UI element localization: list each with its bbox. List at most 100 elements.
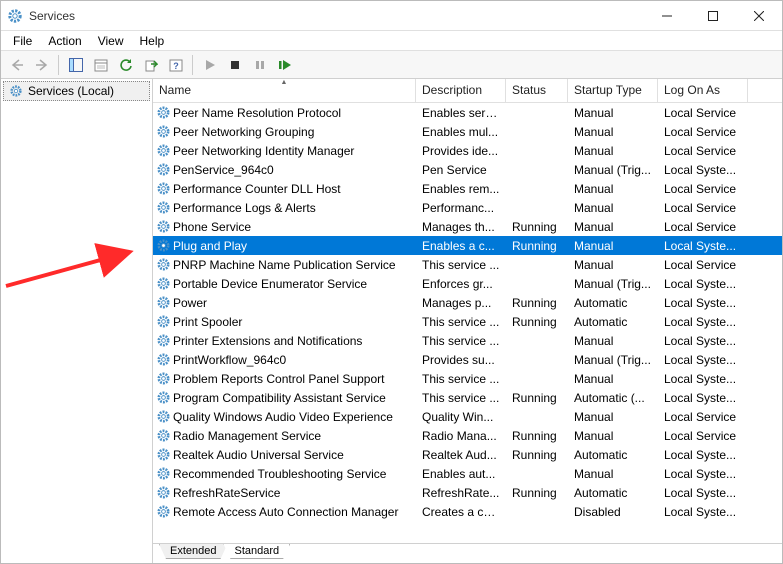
help-button[interactable]: ? <box>164 54 187 76</box>
service-gear-icon <box>155 352 171 368</box>
export-button[interactable] <box>139 54 162 76</box>
service-startup-type: Automatic <box>568 315 658 329</box>
tree-item-label: Services (Local) <box>28 84 114 98</box>
service-gear-icon <box>155 181 171 197</box>
service-startup-type: Manual <box>568 144 658 158</box>
column-name[interactable]: Name ▲ <box>153 79 416 102</box>
service-startup-type: Automatic <box>568 486 658 500</box>
service-status: Running <box>506 486 568 500</box>
service-log-on-as: Local Service <box>658 182 748 196</box>
service-log-on-as: Local Service <box>658 258 748 272</box>
service-row[interactable]: PowerManages p...RunningAutomaticLocal S… <box>153 293 782 312</box>
service-row[interactable]: Peer Name Resolution ProtocolEnables ser… <box>153 103 782 122</box>
service-log-on-as: Local Syste... <box>658 315 748 329</box>
tab-standard[interactable]: Standard <box>223 544 290 559</box>
service-name: Peer Networking Identity Manager <box>173 144 354 158</box>
service-row[interactable]: Remote Access Auto Connection ManagerCre… <box>153 502 782 521</box>
stop-service-button[interactable] <box>223 54 246 76</box>
tab-extended[interactable]: Extended <box>159 544 227 559</box>
service-status: Running <box>506 220 568 234</box>
service-gear-icon <box>155 276 171 292</box>
service-startup-type: Manual (Trig... <box>568 353 658 367</box>
service-row[interactable]: Radio Management ServiceRadio Mana...Run… <box>153 426 782 445</box>
service-description: Enables rem... <box>416 182 506 196</box>
service-status: Running <box>506 315 568 329</box>
service-row[interactable]: Recommended Troubleshooting ServiceEnabl… <box>153 464 782 483</box>
service-startup-type: Manual <box>568 372 658 386</box>
service-row[interactable]: PNRP Machine Name Publication ServiceThi… <box>153 255 782 274</box>
column-log-on-as[interactable]: Log On As <box>658 79 748 102</box>
service-gear-icon <box>155 447 171 463</box>
service-row[interactable]: Print SpoolerThis service ...RunningAuto… <box>153 312 782 331</box>
service-name: Power <box>173 296 207 310</box>
service-row[interactable]: Realtek Audio Universal ServiceRealtek A… <box>153 445 782 464</box>
column-startup-type[interactable]: Startup Type <box>568 79 658 102</box>
menu-help[interactable]: Help <box>132 32 173 50</box>
service-description: Provides su... <box>416 353 506 367</box>
service-log-on-as: Local Syste... <box>658 505 748 519</box>
service-name: Recommended Troubleshooting Service <box>173 467 386 481</box>
service-name: PNRP Machine Name Publication Service <box>173 258 396 272</box>
service-log-on-as: Local Syste... <box>658 353 748 367</box>
service-gear-icon <box>155 257 171 273</box>
tree-pane: Services (Local) <box>1 79 153 563</box>
service-name: PrintWorkflow_964c0 <box>173 353 286 367</box>
close-button[interactable] <box>736 1 782 30</box>
service-log-on-as: Local Service <box>658 106 748 120</box>
start-service-button[interactable] <box>198 54 221 76</box>
service-row[interactable]: RefreshRateServiceRefreshRate...RunningA… <box>153 483 782 502</box>
service-startup-type: Manual <box>568 410 658 424</box>
properties-button[interactable] <box>89 54 112 76</box>
refresh-button[interactable] <box>114 54 137 76</box>
menu-bar: File Action View Help <box>1 31 782 51</box>
service-log-on-as: Local Syste... <box>658 467 748 481</box>
window-title: Services <box>29 9 644 23</box>
pause-service-button[interactable] <box>248 54 271 76</box>
service-row[interactable]: Performance Counter DLL HostEnables rem.… <box>153 179 782 198</box>
service-description: This service ... <box>416 334 506 348</box>
service-name: Portable Device Enumerator Service <box>173 277 367 291</box>
service-row[interactable]: Portable Device Enumerator ServiceEnforc… <box>153 274 782 293</box>
service-log-on-as: Local Service <box>658 125 748 139</box>
service-row[interactable]: Plug and PlayEnables a c...RunningManual… <box>153 236 782 255</box>
column-status[interactable]: Status <box>506 79 568 102</box>
app-gear-icon <box>7 8 23 24</box>
service-startup-type: Manual <box>568 182 658 196</box>
service-startup-type: Manual <box>568 220 658 234</box>
show-hide-tree-button[interactable] <box>64 54 87 76</box>
service-log-on-as: Local Syste... <box>658 239 748 253</box>
service-description: Enables serv... <box>416 106 506 120</box>
column-description[interactable]: Description <box>416 79 506 102</box>
service-row[interactable]: Program Compatibility Assistant ServiceT… <box>153 388 782 407</box>
service-name: Performance Logs & Alerts <box>173 201 316 215</box>
menu-action[interactable]: Action <box>40 32 89 50</box>
tree-item-services-local[interactable]: Services (Local) <box>3 81 150 101</box>
service-status: Running <box>506 239 568 253</box>
service-row[interactable]: Quality Windows Audio Video ExperienceQu… <box>153 407 782 426</box>
service-row[interactable]: Peer Networking Identity ManagerProvides… <box>153 141 782 160</box>
menu-file[interactable]: File <box>5 32 40 50</box>
service-gear-icon <box>155 409 171 425</box>
service-row[interactable]: Peer Networking GroupingEnables mul...Ma… <box>153 122 782 141</box>
service-gear-icon <box>155 219 171 235</box>
menu-view[interactable]: View <box>90 32 132 50</box>
service-startup-type: Automatic <box>568 448 658 462</box>
service-name: Remote Access Auto Connection Manager <box>173 505 398 519</box>
restart-service-button[interactable] <box>273 54 296 76</box>
service-row[interactable]: Phone ServiceManages th...RunningManualL… <box>153 217 782 236</box>
service-description: This service ... <box>416 372 506 386</box>
service-log-on-as: Local Service <box>658 144 748 158</box>
service-row[interactable]: Problem Reports Control Panel SupportThi… <box>153 369 782 388</box>
service-gear-icon <box>155 504 171 520</box>
maximize-button[interactable] <box>690 1 736 30</box>
services-list[interactable]: Peer Name Resolution ProtocolEnables ser… <box>153 103 782 543</box>
service-row[interactable]: PenService_964c0Pen ServiceManual (Trig.… <box>153 160 782 179</box>
back-button[interactable] <box>5 54 28 76</box>
service-startup-type: Manual <box>568 125 658 139</box>
minimize-button[interactable] <box>644 1 690 30</box>
service-row[interactable]: Printer Extensions and NotificationsThis… <box>153 331 782 350</box>
forward-button[interactable] <box>30 54 53 76</box>
service-log-on-as: Local Service <box>658 220 748 234</box>
service-row[interactable]: PrintWorkflow_964c0 Provides su... Manual … <box>153 350 782 369</box>
service-row[interactable]: Performance Logs & AlertsPerformanc...Ma… <box>153 198 782 217</box>
